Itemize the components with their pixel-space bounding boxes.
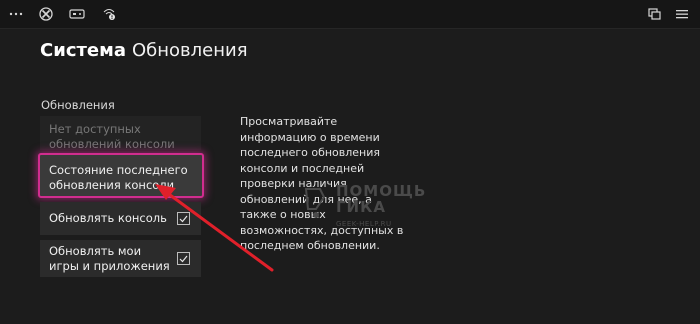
watermark-logo-icon [302,183,330,227]
update-status-button[interactable]: Состояние последнего обновления консоли [38,153,204,198]
top-bar [0,0,700,29]
controller-icon[interactable] [66,0,88,28]
watermark-line1: ПОМОЩЬ [336,182,427,200]
watermark-url: GEEK-HELP.RU [336,220,392,228]
section-label: Обновления [41,98,115,112]
menu-icon[interactable] [672,0,692,28]
more-icon[interactable] [6,0,26,28]
snap-view-icon[interactable] [644,0,664,28]
update-status-label: Состояние последнего обновления консоли [49,163,188,192]
update-console-toggle[interactable]: Обновлять консоль [40,202,201,235]
xbox-logo-icon[interactable] [36,0,56,28]
watermark-text: ПОМОЩЬ ГИКА [336,183,426,215]
notifications-icon[interactable] [98,0,120,28]
no-updates-label: Нет доступных обновлений консоли [49,122,175,151]
header-system: Система [40,40,126,61]
page-title: Система Обновления [40,40,248,61]
update-games-label: Обновлять мои игры и приложения [49,243,170,273]
update-console-label: Обновлять консоль [49,211,167,225]
checkbox-checked-icon[interactable] [177,252,190,265]
checkbox-checked-icon[interactable] [177,212,190,225]
watermark-line2: ГИКА [336,198,386,216]
no-updates-item: Нет доступных обновлений консоли [40,116,201,151]
header-page: Обновления [132,40,248,61]
update-games-toggle[interactable]: Обновлять мои игры и приложения [40,240,201,277]
